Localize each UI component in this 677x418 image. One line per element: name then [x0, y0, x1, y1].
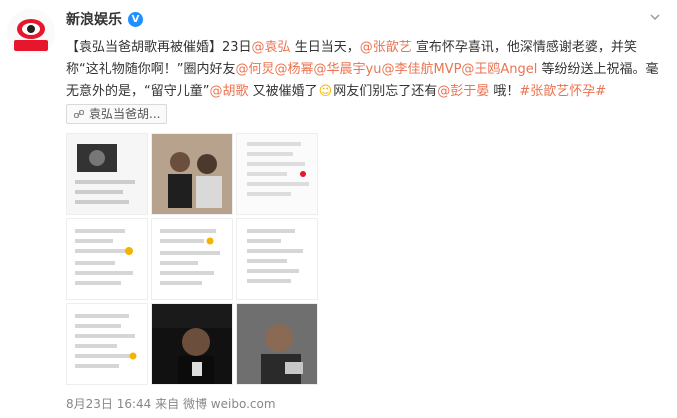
post-source-prefix: 来自	[155, 397, 180, 411]
image-thumbnail[interactable]	[66, 303, 148, 385]
sina-eye-logo	[7, 9, 55, 57]
post-link[interactable]: @彭于晏	[437, 84, 489, 99]
post-text-segment: 【袁弘当爸胡歌再被催婚】23日	[66, 40, 252, 55]
post-link[interactable]: @王鸥Angel	[461, 62, 537, 77]
post-text-segment: 网友们别忘了还有	[333, 84, 438, 99]
post-link[interactable]: @何炅	[235, 62, 274, 77]
image-grid	[66, 133, 318, 385]
image-thumbnail[interactable]	[151, 133, 233, 215]
weibo-post-card: 新浪娱乐 V 【袁弘当爸胡歌再被催婚】23日@袁弘 生日当天，@张歆艺 宣布怀孕…	[0, 0, 677, 418]
post-link[interactable]: @袁弘	[252, 40, 291, 55]
verified-icon: V	[128, 11, 143, 27]
link-icon	[73, 109, 85, 118]
post-link[interactable]: #张歆艺怀孕#	[519, 84, 606, 99]
post-source[interactable]: 微博 weibo.com	[183, 397, 276, 411]
image-thumbnail[interactable]	[151, 303, 233, 385]
topic-chip-label: 袁弘当爸胡...	[89, 106, 161, 121]
emoji-icon: ☺	[318, 84, 333, 99]
image-thumbnail[interactable]	[151, 218, 233, 300]
post-text-segment: 哦！	[489, 84, 520, 99]
image-thumbnail[interactable]	[236, 133, 318, 215]
post-link[interactable]: @华晨宇yu	[314, 62, 382, 77]
post-link[interactable]: @张歆艺	[360, 40, 412, 55]
topic-chip[interactable]: 袁弘当爸胡...	[66, 103, 168, 124]
account-avatar[interactable]	[7, 9, 55, 57]
post-link[interactable]: @胡歌	[209, 84, 248, 99]
post-footer: 8月23日 16:44 来自 微博 weibo.com	[66, 395, 276, 412]
image-thumbnail[interactable]	[236, 303, 318, 385]
post-link[interactable]: @李佳航MVP	[381, 62, 461, 77]
post-text: 【袁弘当爸胡歌再被催婚】23日@袁弘 生日当天，@张歆艺 宣布怀孕喜讯，他深情感…	[66, 37, 666, 125]
post-time[interactable]: 8月23日 16:44	[66, 397, 151, 411]
chevron-down-icon[interactable]	[649, 11, 661, 23]
post-header: 新浪娱乐 V	[66, 9, 143, 29]
post-text-segment: 生日当天，	[290, 40, 360, 55]
post-text-segment: 又被催婚了	[248, 84, 318, 99]
image-thumbnail[interactable]	[66, 133, 148, 215]
post-link[interactable]: @杨幂	[275, 62, 314, 77]
post-text-runs: 【袁弘当爸胡歌再被催婚】23日@袁弘 生日当天，@张歆艺 宣布怀孕喜讯，他深情感…	[66, 40, 659, 99]
image-thumbnail[interactable]	[236, 218, 318, 300]
image-thumbnail[interactable]	[66, 218, 148, 300]
account-name[interactable]: 新浪娱乐	[66, 9, 122, 29]
